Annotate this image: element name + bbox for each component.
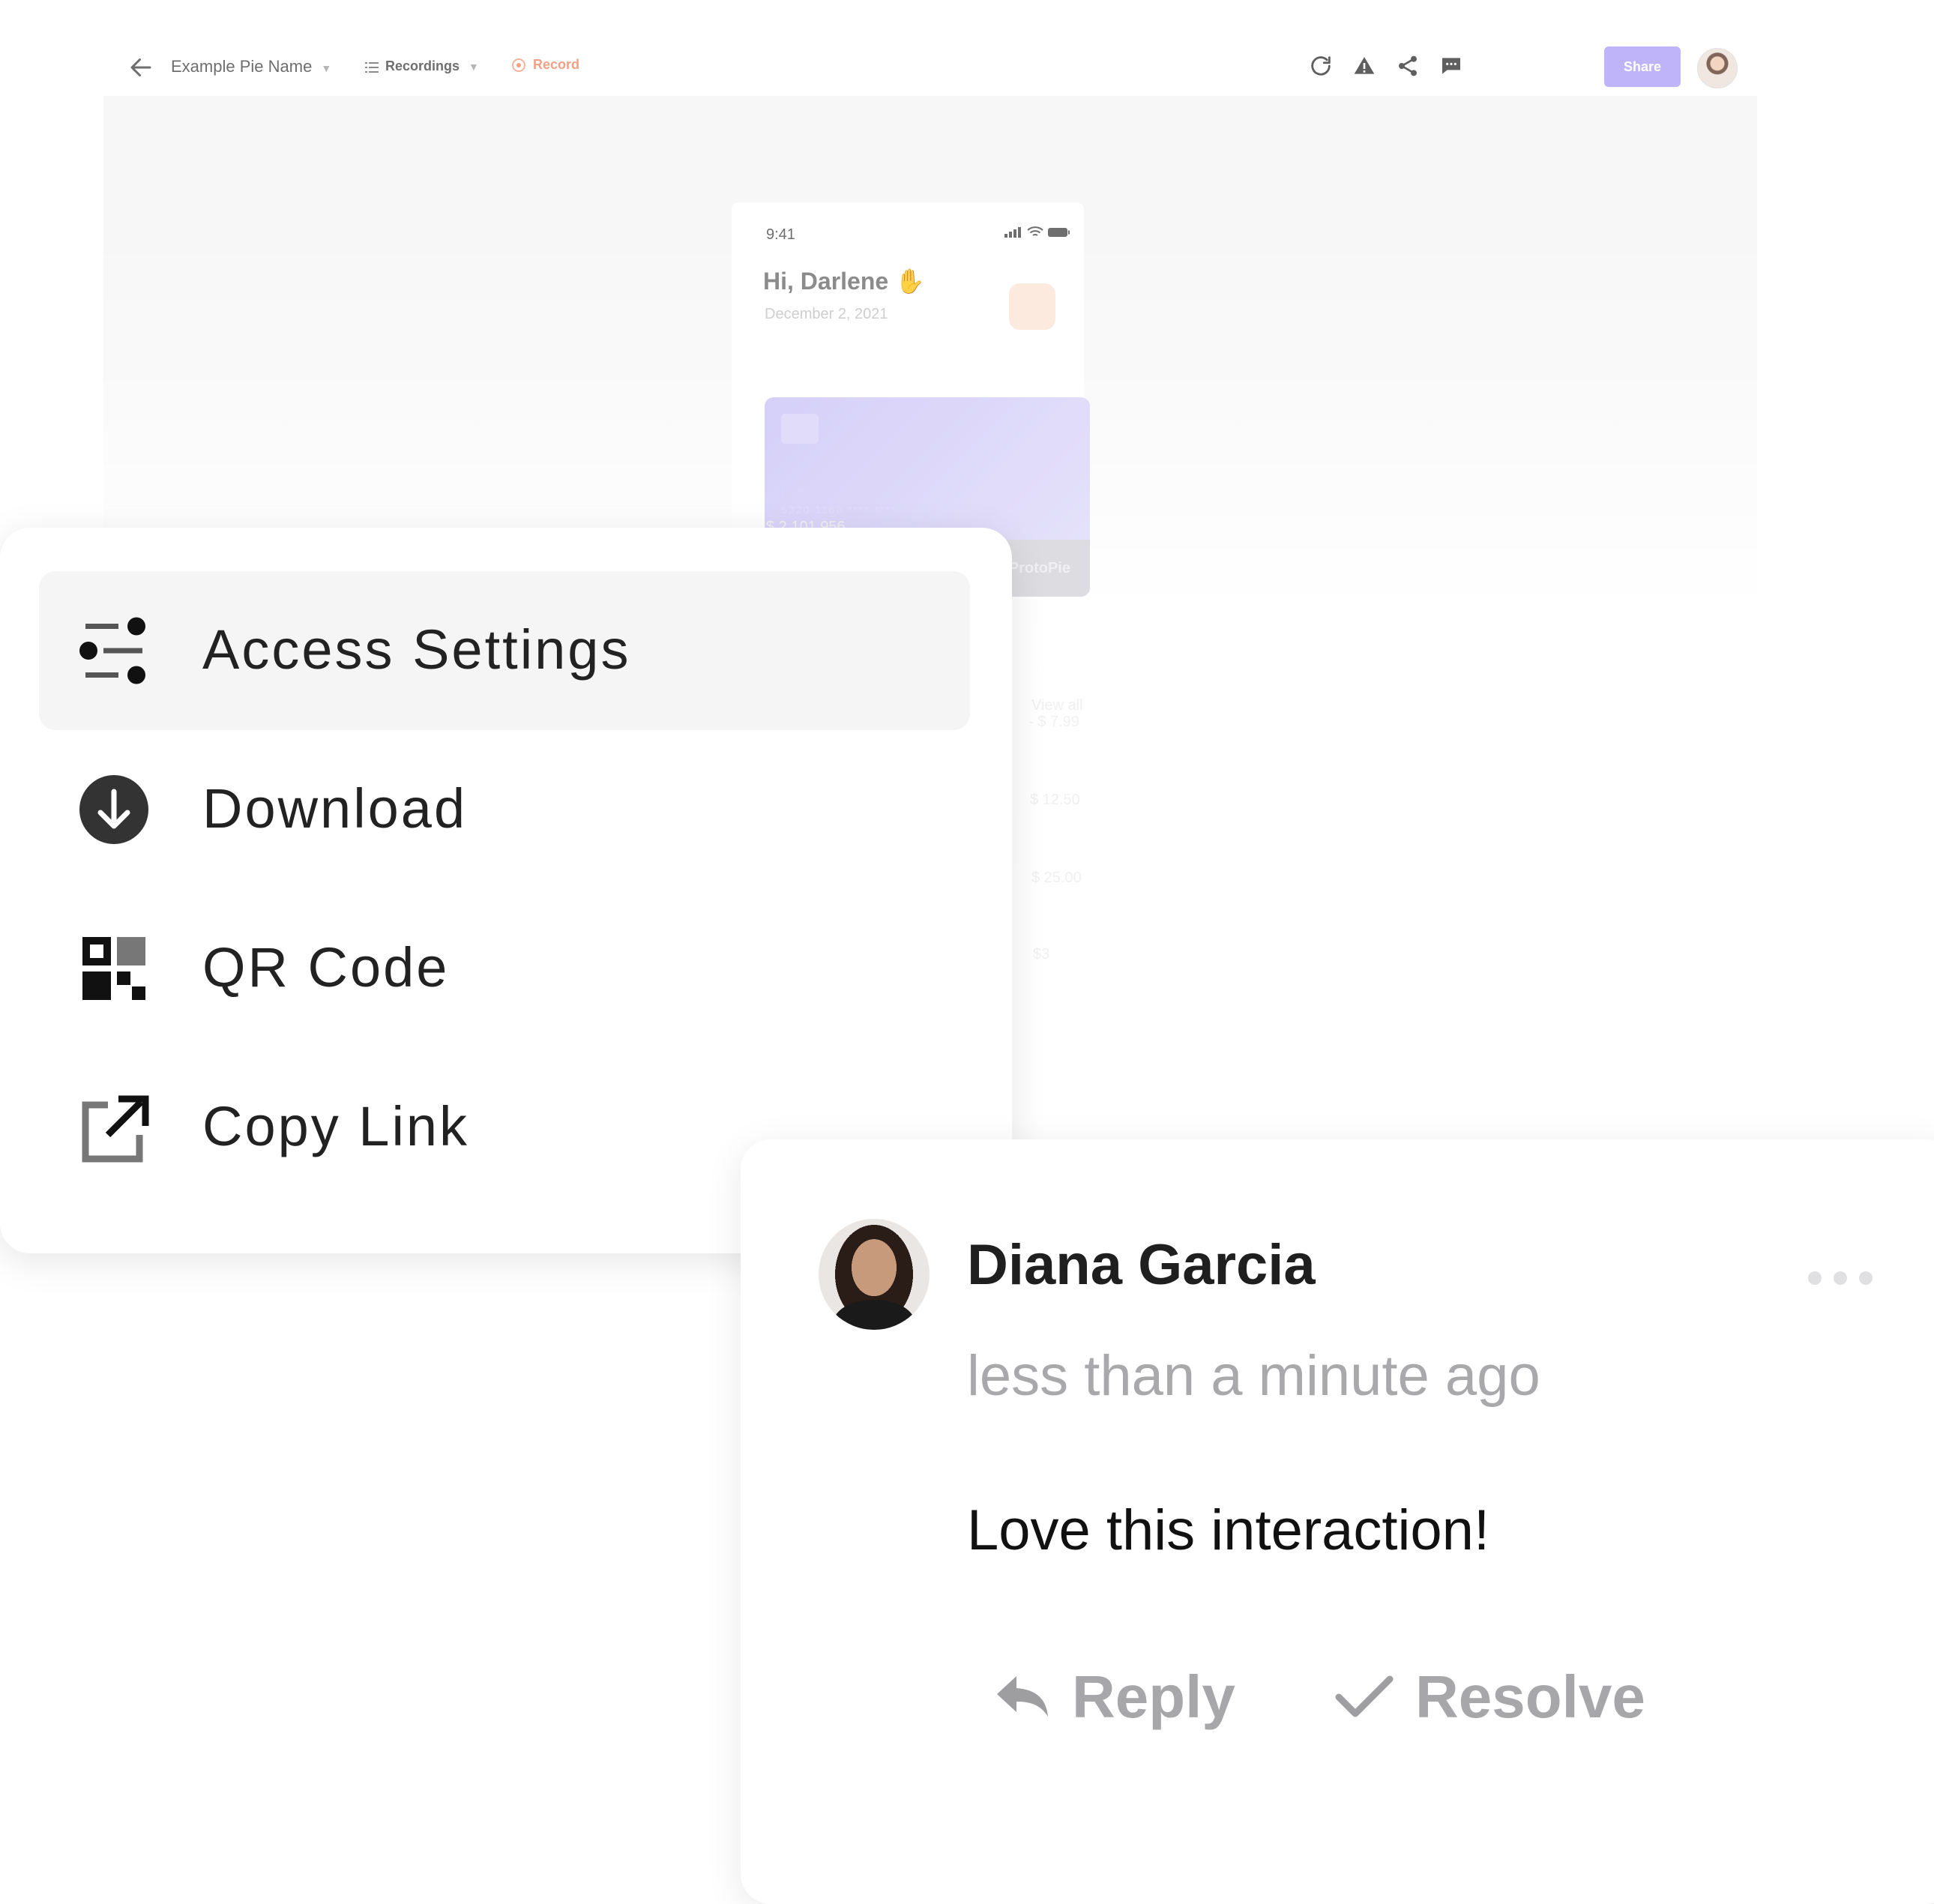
refresh-icon[interactable]	[1307, 52, 1334, 79]
toolbar: Example Pie Name ▼ Recordings ▼ Record S…	[103, 39, 1757, 96]
greeting-text: Hi, Darlene	[763, 268, 889, 295]
comment-icon[interactable]	[1438, 52, 1465, 79]
menu-item-label: Copy Link	[202, 1095, 470, 1157]
card-number: 5320 1160 **** ****	[781, 504, 897, 516]
sliders-icon	[79, 617, 145, 684]
external-link-icon	[82, 1095, 149, 1163]
qr-code-icon	[82, 937, 145, 1000]
wave-icon: ✋	[895, 268, 925, 295]
transaction-amount: $ 25.00	[1031, 870, 1082, 886]
share-button[interactable]: Share	[1604, 46, 1681, 87]
chevron-down-icon: ▼	[321, 62, 332, 74]
reply-button[interactable]: Reply	[994, 1663, 1235, 1732]
recordings-label: Recordings	[385, 58, 460, 73]
card-chip-icon	[781, 414, 819, 444]
record-label: Record	[533, 57, 580, 72]
download-icon	[79, 775, 148, 844]
menu-item-access-settings[interactable]: Access Settings	[39, 571, 970, 730]
toolbar-icons	[1307, 52, 1465, 79]
transaction-amount: - $ 7.99	[1028, 714, 1079, 730]
phone-avatar	[1009, 283, 1055, 330]
share-icon[interactable]	[1394, 52, 1421, 79]
warning-icon[interactable]	[1351, 52, 1378, 79]
user-avatar[interactable]	[1697, 48, 1738, 88]
back-arrow-icon[interactable]	[127, 54, 154, 81]
greeting: Hi, Darlene ✋	[763, 267, 925, 295]
record-button[interactable]: Record	[512, 57, 579, 73]
chevron-down-icon: ▼	[469, 61, 479, 73]
menu-item-label: QR Code	[202, 936, 450, 998]
wifi-icon	[1027, 226, 1043, 236]
comment-card: Diana Garcia less than a minute ago Love…	[741, 1139, 1934, 1904]
card-owner: Darlene Robertson	[781, 486, 882, 498]
card-brand: ProtoPie	[1008, 560, 1070, 576]
comment-author: Diana Garcia	[967, 1233, 1316, 1297]
resolve-button[interactable]: Resolve	[1334, 1663, 1645, 1732]
battery-icon	[1048, 228, 1070, 237]
menu-item-download[interactable]: Download	[39, 730, 970, 889]
commenter-avatar	[819, 1219, 930, 1330]
view-all-link[interactable]: View all	[1031, 697, 1083, 714]
resolve-label: Resolve	[1415, 1663, 1645, 1730]
status-time: 9:41	[766, 226, 795, 243]
menu-item-label: Access Settings	[202, 618, 631, 681]
menu-item-qr-code[interactable]: QR Code	[39, 889, 970, 1048]
checkmark-icon	[1335, 1675, 1394, 1717]
recordings-dropdown[interactable]: Recordings ▼	[385, 58, 479, 74]
status-icons	[1004, 226, 1070, 238]
comment-timestamp: less than a minute ago	[967, 1344, 1540, 1408]
record-icon	[512, 58, 525, 72]
signal-icon	[1004, 227, 1021, 238]
transaction-amount: $3	[1033, 946, 1050, 962]
comment-body: Love this interaction!	[967, 1498, 1490, 1562]
greeting-date: December 2, 2021	[765, 306, 888, 322]
more-options-icon[interactable]	[1808, 1271, 1873, 1285]
project-name: Example Pie Name	[171, 57, 313, 76]
menu-item-label: Download	[202, 777, 468, 840]
reply-label: Reply	[1072, 1663, 1235, 1730]
transaction-amount: $ 12.50	[1030, 792, 1080, 808]
list-icon	[365, 62, 379, 73]
reply-icon	[997, 1676, 1048, 1717]
project-name-dropdown[interactable]: Example Pie Name ▼	[171, 57, 331, 76]
